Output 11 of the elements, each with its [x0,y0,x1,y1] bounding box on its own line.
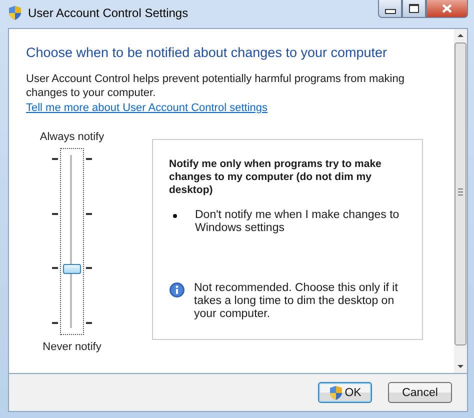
setting-title: Notify me only when programs try to make changes to my computer (do not dim my desktop) [169,158,382,197]
help-link[interactable]: Tell me more about User Account Control settings [26,102,268,114]
slider-label: Never notify [42,341,102,353]
slider-label: Always notify [40,131,104,143]
bullet-text: Don't notify me when I make changes to Windows settings [195,209,400,235]
cancel-button[interactable]: Cancel [388,382,452,403]
note-text: Not recommended. Choose this only if it takes a long time to dim the desktop on your computer. [194,282,399,321]
page-heading: Choose when to be notified about changes to your computer [26,45,388,60]
description-text: User Account Control helps prevent potentially harmful programs from making changes to your computer. [26,72,406,100]
ok-button[interactable]: OK [318,382,372,403]
window-title: User Account Control Settings [28,6,188,20]
